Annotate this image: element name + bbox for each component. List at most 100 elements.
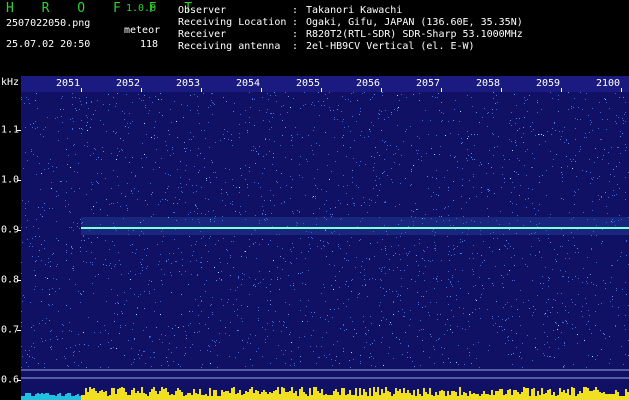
- noise-speck: [106, 265, 107, 266]
- noise-speck: [602, 119, 603, 120]
- noise-speck: [563, 276, 564, 277]
- noise-speck: [546, 302, 547, 303]
- noise-speck: [71, 227, 72, 228]
- noise-speck: [266, 287, 267, 288]
- noise-speck: [300, 238, 301, 239]
- noise-speck: [489, 150, 490, 151]
- noise-speck: [505, 343, 506, 344]
- noise-speck: [69, 211, 70, 212]
- noise-speck: [282, 120, 283, 121]
- noise-speck: [302, 137, 303, 138]
- noise-speck: [217, 355, 218, 356]
- noise-speck: [185, 331, 186, 332]
- noise-speck: [115, 264, 116, 265]
- noise-speck: [45, 340, 46, 341]
- noise-speck: [560, 139, 561, 140]
- amplitude-bar-segment: [117, 389, 119, 400]
- noise-speck: [361, 266, 362, 267]
- noise-speck: [365, 333, 366, 334]
- noise-speck: [48, 168, 49, 169]
- noise-speck: [609, 336, 610, 337]
- amplitude-bar-segment: [329, 395, 331, 400]
- noise-speck: [619, 162, 620, 163]
- noise-speck: [174, 239, 175, 240]
- noise-speck: [496, 95, 497, 96]
- noise-speck: [435, 250, 436, 251]
- noise-speck: [589, 315, 590, 316]
- amplitude-bar-segment: [595, 387, 597, 400]
- amplitude-bar-segment: [479, 396, 481, 400]
- amplitude-bar-segment: [623, 396, 625, 400]
- noise-speck: [258, 154, 259, 155]
- noise-speck: [435, 248, 436, 249]
- noise-speck: [360, 361, 361, 362]
- noise-speck: [391, 112, 392, 113]
- noise-speck: [544, 344, 545, 345]
- noise-speck: [384, 267, 385, 268]
- noise-speck: [447, 236, 448, 237]
- noise-speck: [328, 154, 329, 155]
- amplitude-bar-segment: [535, 396, 537, 400]
- noise-speck: [390, 322, 391, 323]
- noise-speck: [111, 289, 112, 290]
- noise-speck: [488, 191, 489, 192]
- noise-speck: [552, 166, 553, 167]
- noise-speck: [181, 104, 182, 105]
- noise-speck: [285, 92, 286, 93]
- noise-speck: [245, 366, 246, 367]
- noise-speck: [151, 281, 152, 282]
- amplitude-bar-segment: [475, 394, 477, 400]
- noise-speck: [550, 312, 551, 313]
- noise-speck: [480, 162, 481, 163]
- noise-speck: [114, 321, 115, 322]
- noise-speck: [261, 196, 262, 197]
- amplitude-bar-segment: [339, 395, 341, 400]
- noise-speck: [201, 257, 202, 258]
- noise-speck: [161, 280, 162, 281]
- amplitude-bar-segment: [139, 393, 141, 400]
- noise-speck: [199, 331, 200, 332]
- noise-speck: [348, 260, 349, 261]
- noise-speck: [197, 275, 198, 276]
- noise-speck: [571, 106, 572, 107]
- amplitude-bar-segment: [609, 394, 611, 400]
- noise-speck: [253, 146, 254, 147]
- noise-speck: [586, 303, 587, 304]
- noise-speck: [462, 142, 463, 143]
- noise-speck: [245, 251, 246, 252]
- noise-speck: [262, 327, 263, 328]
- noise-speck: [65, 200, 66, 201]
- noise-speck: [524, 97, 525, 98]
- noise-speck: [44, 203, 45, 204]
- noise-speck: [208, 122, 209, 123]
- amplitude-bar-segment: [537, 391, 539, 400]
- noise-speck: [601, 139, 602, 140]
- amplitude-bar-segment: [373, 387, 375, 400]
- noise-speck: [230, 275, 231, 276]
- noise-speck: [550, 151, 551, 152]
- amplitude-bar-segment: [571, 387, 573, 400]
- noise-speck: [277, 267, 278, 268]
- noise-speck: [30, 302, 31, 303]
- noise-speck: [306, 159, 307, 160]
- noise-speck: [240, 114, 241, 115]
- noise-speck: [220, 140, 221, 141]
- noise-speck: [205, 245, 206, 246]
- noise-speck: [419, 271, 420, 272]
- noise-speck: [61, 116, 62, 117]
- noise-speck: [596, 262, 597, 263]
- noise-speck: [395, 153, 396, 154]
- noise-speck: [178, 327, 179, 328]
- noise-speck: [461, 138, 462, 139]
- noise-speck: [308, 237, 309, 238]
- noise-speck: [356, 257, 357, 258]
- noise-speck: [469, 355, 470, 356]
- noise-speck: [299, 175, 300, 176]
- noise-speck: [570, 159, 571, 160]
- noise-speck: [197, 96, 198, 97]
- noise-speck: [231, 140, 232, 141]
- noise-speck: [311, 104, 312, 105]
- amplitude-bar-segment: [275, 390, 277, 400]
- noise-speck: [171, 122, 172, 123]
- noise-speck: [616, 123, 617, 124]
